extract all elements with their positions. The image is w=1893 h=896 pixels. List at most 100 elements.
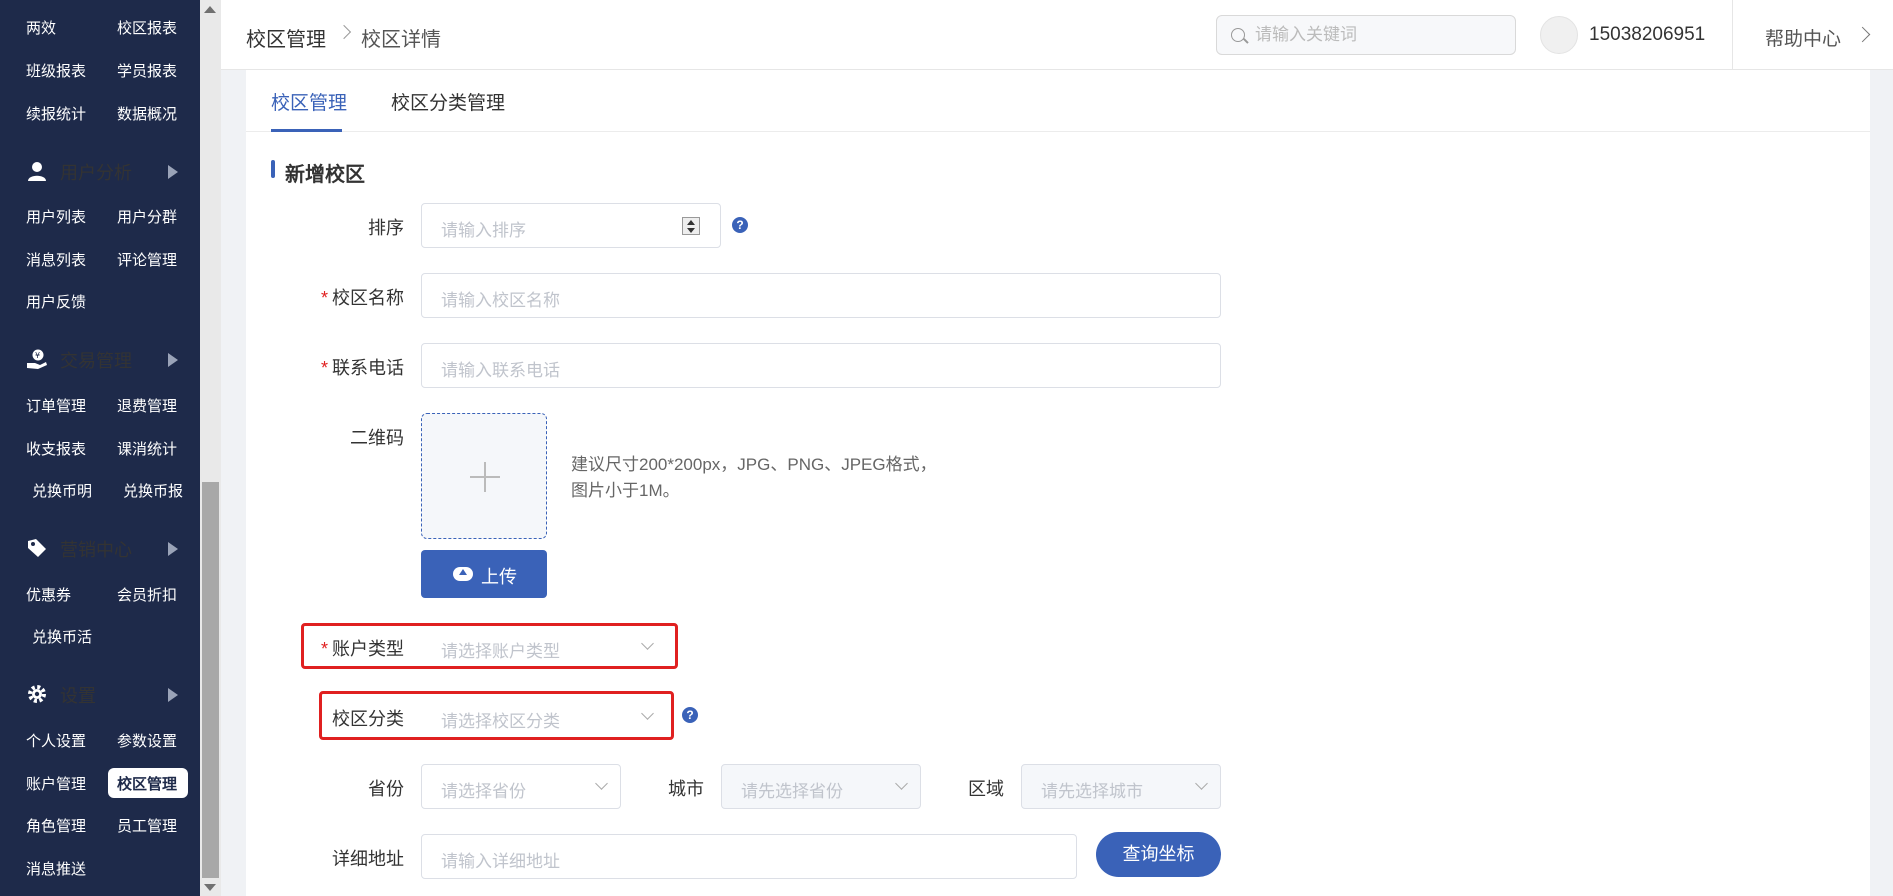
sidebar: 两效 校区报表 班级报表 学员报表 续报统计 数据概况 用户分析 用户列表 用户… [0, 0, 200, 896]
sidebar-item-refund-mgmt[interactable]: 退费管理 [117, 395, 177, 416]
help-icon[interactable]: ? [732, 217, 748, 233]
cloud-upload-icon [453, 567, 473, 581]
contact-phone-label-text: 联系电话 [332, 358, 404, 378]
help-icon[interactable]: ? [682, 707, 698, 723]
caret-right-icon [168, 688, 178, 702]
sidebar-item-campus-report[interactable]: 校区报表 [117, 17, 177, 38]
avatar[interactable] [1540, 16, 1578, 54]
breadcrumb-root[interactable]: 校区管理 [246, 23, 326, 52]
account-type-label-text: 账户类型 [332, 639, 404, 659]
account-type-select[interactable]: 请选择账户类型 [421, 624, 667, 669]
sort-input[interactable]: 请输入排序 [421, 203, 721, 248]
section-title: 新增校区 [271, 158, 365, 187]
province-select[interactable]: 请选择省份 [421, 764, 621, 809]
qrcode-label: 二维码 [350, 428, 404, 448]
search-box[interactable] [1216, 15, 1516, 55]
campus-category-label: 校区分类 [332, 709, 404, 729]
sidebar-group-settings[interactable]: 设置 [0, 673, 200, 713]
address-label: 详细地址 [332, 849, 404, 869]
sidebar-group-label: 营销中心 [60, 540, 132, 560]
top-header: 校区管理 校区详情 15038206951 帮助中心 [221, 0, 1893, 70]
campus-name-label-text: 校区名称 [332, 288, 404, 308]
scroll-down-arrow-icon[interactable] [204, 884, 216, 891]
address-input[interactable]: 请输入详细地址 [421, 834, 1077, 879]
contact-phone-input[interactable]: 请输入联系电话 [421, 343, 1221, 388]
sidebar-item-user-list[interactable]: 用户列表 [26, 206, 86, 227]
contact-phone-label: * 联系电话 [296, 354, 404, 380]
campus-category-select[interactable]: 请选择校区分类 [421, 694, 667, 739]
sidebar-item-message-list[interactable]: 消息列表 [26, 249, 86, 270]
sidebar-group-label: 用户分析 [60, 163, 132, 183]
sidebar-item-coin-report[interactable]: 兑换币报 [123, 480, 183, 501]
sort-label: 排序 [368, 218, 404, 238]
sidebar-item-user-segments[interactable]: 用户分群 [117, 206, 177, 227]
search-icon [1231, 28, 1245, 42]
city-select[interactable]: 请先选择省份 [721, 764, 921, 809]
sidebar-item-account-mgmt[interactable]: 账户管理 [26, 773, 86, 794]
chevron-down-icon [895, 777, 908, 790]
sidebar-item-personal-settings[interactable]: 个人设置 [26, 730, 86, 751]
account-type-placeholder: 请选择账户类型 [441, 642, 560, 661]
upload-hint: 建议尺寸200*200px，JPG、PNG、JPEG格式， 图片小于1M。 [571, 452, 937, 504]
city-placeholder: 请先选择省份 [741, 782, 843, 801]
chevron-down-icon [595, 777, 608, 790]
number-stepper[interactable] [682, 217, 700, 235]
tab-campus-mgmt[interactable]: 校区管理 [271, 88, 347, 115]
sidebar-scrollbar[interactable] [200, 0, 221, 896]
district-placeholder: 请先选择城市 [1041, 782, 1143, 801]
chevron-right-icon[interactable] [1854, 26, 1871, 43]
campus-name-label: * 校区名称 [296, 284, 404, 310]
sidebar-item-campus-mgmt[interactable]: 校区管理 [117, 773, 177, 794]
sidebar-item-member-discount[interactable]: 会员折扣 [117, 584, 177, 605]
sidebar-item-staff-mgmt[interactable]: 员工管理 [117, 815, 177, 836]
sidebar-item-message-push[interactable]: 消息推送 [26, 858, 86, 879]
sidebar-item-finance-report[interactable]: 收支报表 [26, 438, 86, 459]
campus-name-input[interactable]: 请输入校区名称 [421, 273, 1221, 318]
upload-button-label: 上传 [481, 567, 517, 587]
sidebar-item-param-settings[interactable]: 参数设置 [117, 730, 177, 751]
required-mark: * [320, 358, 328, 378]
sidebar-item-coin-activity[interactable]: 兑换币活 [32, 626, 92, 647]
sidebar-item-comment-mgmt[interactable]: 评论管理 [117, 249, 177, 270]
user-phone[interactable]: 15038206951 [1589, 24, 1705, 46]
address-placeholder: 请输入详细地址 [441, 852, 560, 871]
sidebar-item-user-feedback[interactable]: 用户反馈 [26, 291, 86, 312]
tag-icon [28, 539, 46, 557]
sidebar-item-coupons[interactable]: 优惠券 [26, 584, 71, 605]
tab-campus-category-mgmt[interactable]: 校区分类管理 [391, 88, 505, 115]
sidebar-group-user-analysis[interactable]: 用户分析 [0, 150, 200, 190]
section-title-text: 新增校区 [285, 164, 365, 186]
chevron-down-icon [641, 637, 654, 650]
wallet-hand-icon: ¥ [27, 349, 47, 369]
required-mark: * [320, 639, 328, 659]
breadcrumb-current: 校区详情 [361, 29, 441, 51]
header-divider [1732, 0, 1733, 70]
sidebar-item-data-overview[interactable]: 数据概况 [117, 103, 177, 124]
active-tab-indicator [271, 129, 342, 132]
district-select[interactable]: 请先选择城市 [1021, 764, 1221, 809]
query-coordinates-button[interactable]: 查询坐标 [1096, 832, 1221, 877]
sidebar-item-coin-detail[interactable]: 兑换币明 [32, 480, 92, 501]
sidebar-item-renewal-stats[interactable]: 续报统计 [26, 103, 86, 124]
sidebar-group-marketing[interactable]: 营销中心 [0, 527, 200, 567]
gear-icon [28, 685, 46, 703]
scroll-up-arrow-icon[interactable] [204, 6, 216, 13]
help-center-link[interactable]: 帮助中心 [1765, 24, 1841, 51]
sidebar-group-trade[interactable]: ¥ 交易管理 [0, 338, 200, 378]
scroll-thumb[interactable] [202, 482, 219, 878]
district-label: 区域 [968, 779, 1004, 799]
sidebar-item-lesson-stats[interactable]: 课消统计 [117, 438, 177, 459]
sidebar-item-student-report[interactable]: 学员报表 [117, 60, 177, 81]
qrcode-upload-area[interactable] [421, 413, 547, 539]
sidebar-item-liangxiao[interactable]: 两效 [26, 17, 56, 38]
caret-right-icon [168, 353, 178, 367]
sidebar-item-order-mgmt[interactable]: 订单管理 [26, 395, 86, 416]
province-placeholder: 请选择省份 [441, 782, 526, 801]
sidebar-item-role-mgmt[interactable]: 角色管理 [26, 815, 86, 836]
campus-name-placeholder: 请输入校区名称 [441, 291, 560, 310]
search-input[interactable] [1255, 22, 1505, 48]
upload-hint-line1: 建议尺寸200*200px，JPG、PNG、JPEG格式， [571, 455, 937, 474]
sidebar-item-class-report[interactable]: 班级报表 [26, 60, 86, 81]
upload-button[interactable]: 上传 [421, 550, 547, 598]
sort-placeholder: 请输入排序 [441, 221, 526, 240]
